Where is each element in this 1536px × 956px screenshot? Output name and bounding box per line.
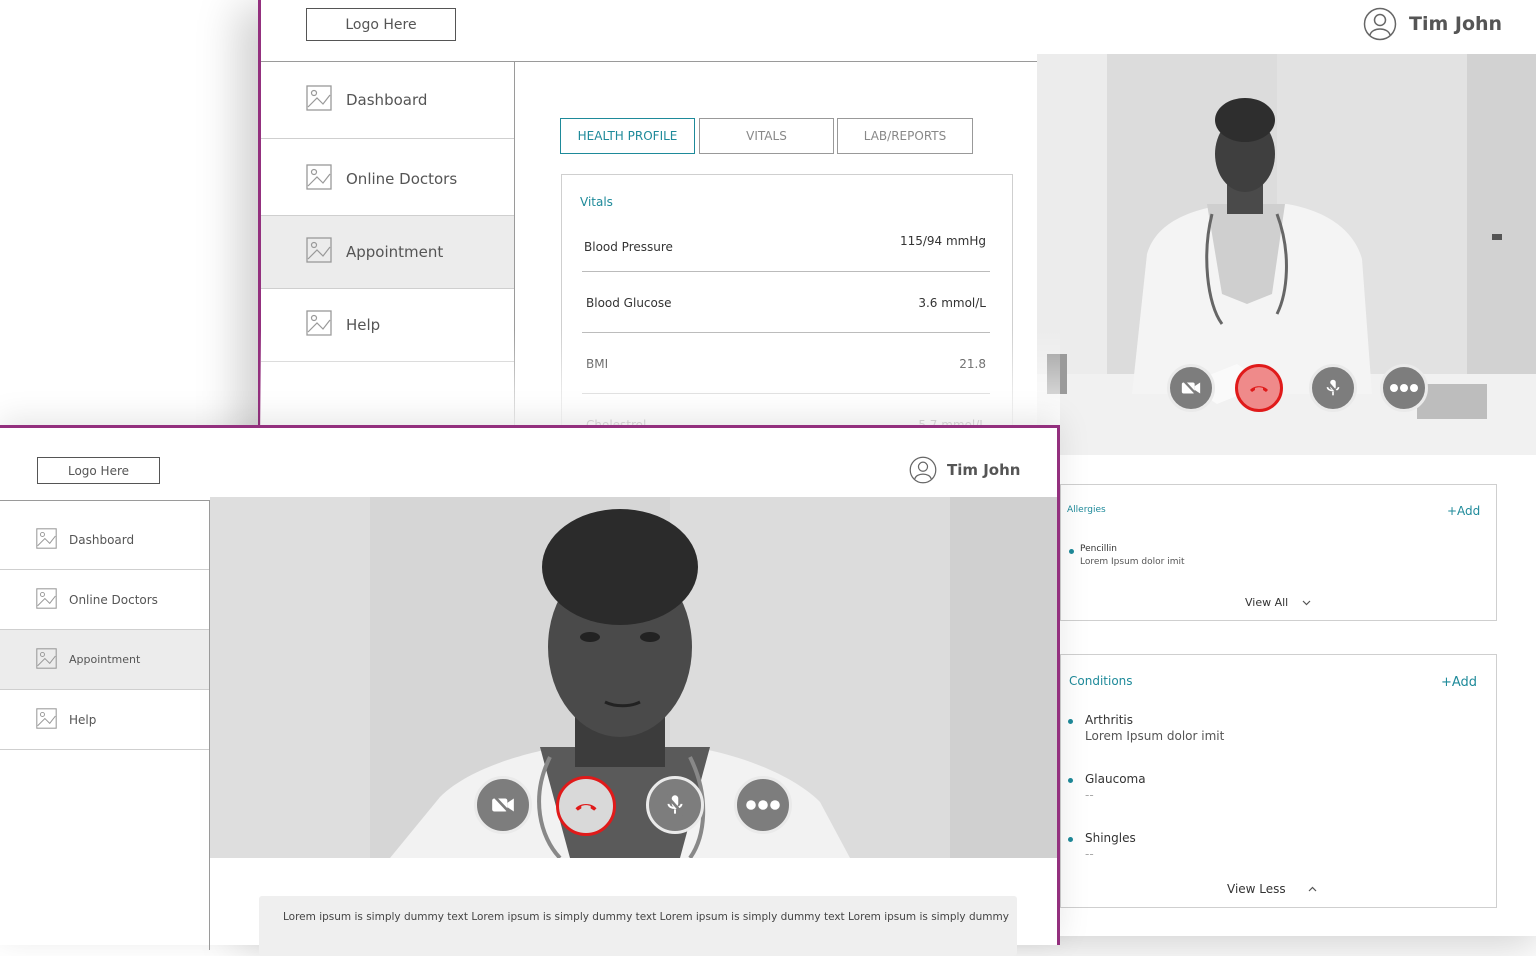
logo-placeholder[interactable]: Logo Here xyxy=(306,8,456,41)
allergies-card: Allergies +Add Pencillin Lorem Ipsum dol… xyxy=(1060,484,1497,621)
mic-off-icon xyxy=(665,794,685,816)
sidebar-item-label: Appointment xyxy=(346,243,444,261)
sidebar-item-appointment[interactable]: Appointment xyxy=(261,216,514,289)
mic-off-icon xyxy=(1324,378,1342,398)
image-icon xyxy=(306,85,332,115)
chevron-up-icon xyxy=(1308,886,1317,892)
sidebar-item-online-doctors[interactable]: Online Doctors xyxy=(261,143,514,216)
doctor-video-back xyxy=(1037,54,1536,455)
front-window: Logo Here Tim John Dashboard Online Doct… xyxy=(0,425,1060,956)
image-icon xyxy=(306,310,332,340)
user-icon xyxy=(909,456,937,484)
allergy-desc: Lorem Ipsum dolor imit xyxy=(1080,557,1185,567)
tab-label: LAB/REPORTS xyxy=(863,129,947,143)
chevron-down-icon xyxy=(1302,600,1311,605)
vitals-label: Blood Pressure xyxy=(584,240,673,254)
user-icon xyxy=(1363,7,1397,41)
user-name: Tim John xyxy=(947,461,1021,479)
add-condition-button[interactable]: +Add xyxy=(1441,675,1477,690)
phone-end-icon xyxy=(1250,386,1268,392)
vitals-card: Vitals Blood Pressure 115/94 mmHg Blood … xyxy=(561,174,1013,434)
vitals-row: BMI 21.8 xyxy=(582,333,990,394)
condition-name: Arthritis xyxy=(1085,713,1134,727)
user-menu[interactable]: Tim John xyxy=(909,456,1020,484)
list-bullet xyxy=(1068,778,1073,783)
video-off-button[interactable] xyxy=(474,776,532,834)
add-allergy-button[interactable]: +Add xyxy=(1447,504,1480,518)
mute-button[interactable] xyxy=(646,776,704,834)
video-off-icon xyxy=(1181,378,1201,398)
note-text: Lorem ipsum is simply dummy text Lorem i… xyxy=(283,911,1009,923)
view-all-label: View All xyxy=(1245,596,1289,609)
condition-desc: -- xyxy=(1085,788,1094,802)
vitals-value: 115/94 mmHg xyxy=(899,234,986,248)
image-icon xyxy=(36,528,57,552)
tab-vitals[interactable]: VITALS xyxy=(699,118,834,154)
tab-lab-reports[interactable]: LAB/REPORTS xyxy=(837,118,973,154)
allergies-title: Allergies xyxy=(1067,505,1106,515)
conditions-title: Conditions xyxy=(1069,674,1133,688)
end-call-button[interactable] xyxy=(1235,364,1283,412)
sidebar-item-help[interactable]: Help xyxy=(261,289,514,362)
video-off-button[interactable] xyxy=(1167,364,1215,412)
vitals-label: Blood Glucose xyxy=(586,296,672,310)
end-call-button[interactable] xyxy=(556,776,616,836)
sidebar-item-help[interactable]: Help xyxy=(0,690,209,750)
doctor-photo xyxy=(210,497,1057,858)
allergy-name: Pencillin xyxy=(1080,544,1118,554)
condition-name: Glaucoma xyxy=(1085,772,1146,786)
view-less-label: View Less xyxy=(1227,882,1286,896)
image-icon xyxy=(306,237,332,267)
logo-placeholder[interactable]: Logo Here xyxy=(37,457,160,484)
logo-label: Logo Here xyxy=(67,463,130,478)
image-icon xyxy=(36,647,57,672)
sidebar-item-label: Online Doctors xyxy=(346,170,458,188)
logo-label: Logo Here xyxy=(345,16,417,33)
list-bullet xyxy=(1069,549,1074,554)
vitals-row: Blood Glucose 3.6 mmol/L xyxy=(582,272,990,333)
vitals-value: 21.8 xyxy=(959,357,986,371)
image-icon xyxy=(36,707,57,732)
sidebar-item-appointment[interactable]: Appointment xyxy=(0,630,209,690)
sidebar-item-label: Dashboard xyxy=(346,91,428,109)
sidebar-item-label: Help xyxy=(69,712,97,727)
tab-label: VITALS xyxy=(746,129,787,143)
more-options-button[interactable] xyxy=(734,776,792,834)
sidebar-item-label: Online Doctors xyxy=(69,592,158,607)
sidebar-item-online-doctors[interactable]: Online Doctors xyxy=(0,570,209,630)
list-bullet xyxy=(1068,719,1073,724)
list-bullet xyxy=(1068,837,1073,842)
video-off-icon xyxy=(492,794,514,816)
condition-name: Shingles xyxy=(1085,831,1136,845)
more-icon xyxy=(1390,384,1418,392)
sidebar-item-label: Appointment xyxy=(69,653,141,666)
sidebar-item-dashboard[interactable]: Dashboard xyxy=(261,62,514,139)
vitals-title: Vitals xyxy=(580,195,613,209)
vitals-label: BMI xyxy=(586,357,609,371)
sidebar-item-label: Help xyxy=(346,316,381,334)
mute-button[interactable] xyxy=(1309,364,1357,412)
tab-health-profile[interactable]: HEALTH PROFILE xyxy=(560,118,695,154)
vitals-value: 3.6 mmol/L xyxy=(918,296,986,310)
more-icon xyxy=(746,800,780,810)
image-icon xyxy=(36,587,57,612)
user-menu[interactable]: Tim John xyxy=(1363,7,1502,41)
doctor-video-front xyxy=(210,497,1057,858)
more-options-button[interactable] xyxy=(1380,364,1428,412)
sidebar-item-label: Dashboard xyxy=(69,533,135,547)
vitals-row: Blood Pressure 115/94 mmHg xyxy=(582,216,990,272)
image-icon xyxy=(306,164,332,194)
doctor-photo xyxy=(1037,54,1536,455)
tab-label: HEALTH PROFILE xyxy=(577,129,678,143)
view-less-button[interactable]: View Less xyxy=(1227,882,1317,896)
conditions-card: Conditions +Add Arthritis Lorem Ipsum do… xyxy=(1060,654,1497,908)
sidebar-item-dashboard[interactable]: Dashboard xyxy=(0,511,209,570)
condition-desc: Lorem Ipsum dolor imit xyxy=(1085,729,1225,743)
view-all-button[interactable]: View All xyxy=(1245,596,1311,609)
phone-end-icon xyxy=(575,803,597,811)
note-box: Lorem ipsum is simply dummy text Lorem i… xyxy=(259,896,1017,956)
user-name: Tim John xyxy=(1409,13,1503,35)
condition-desc: -- xyxy=(1085,847,1094,861)
